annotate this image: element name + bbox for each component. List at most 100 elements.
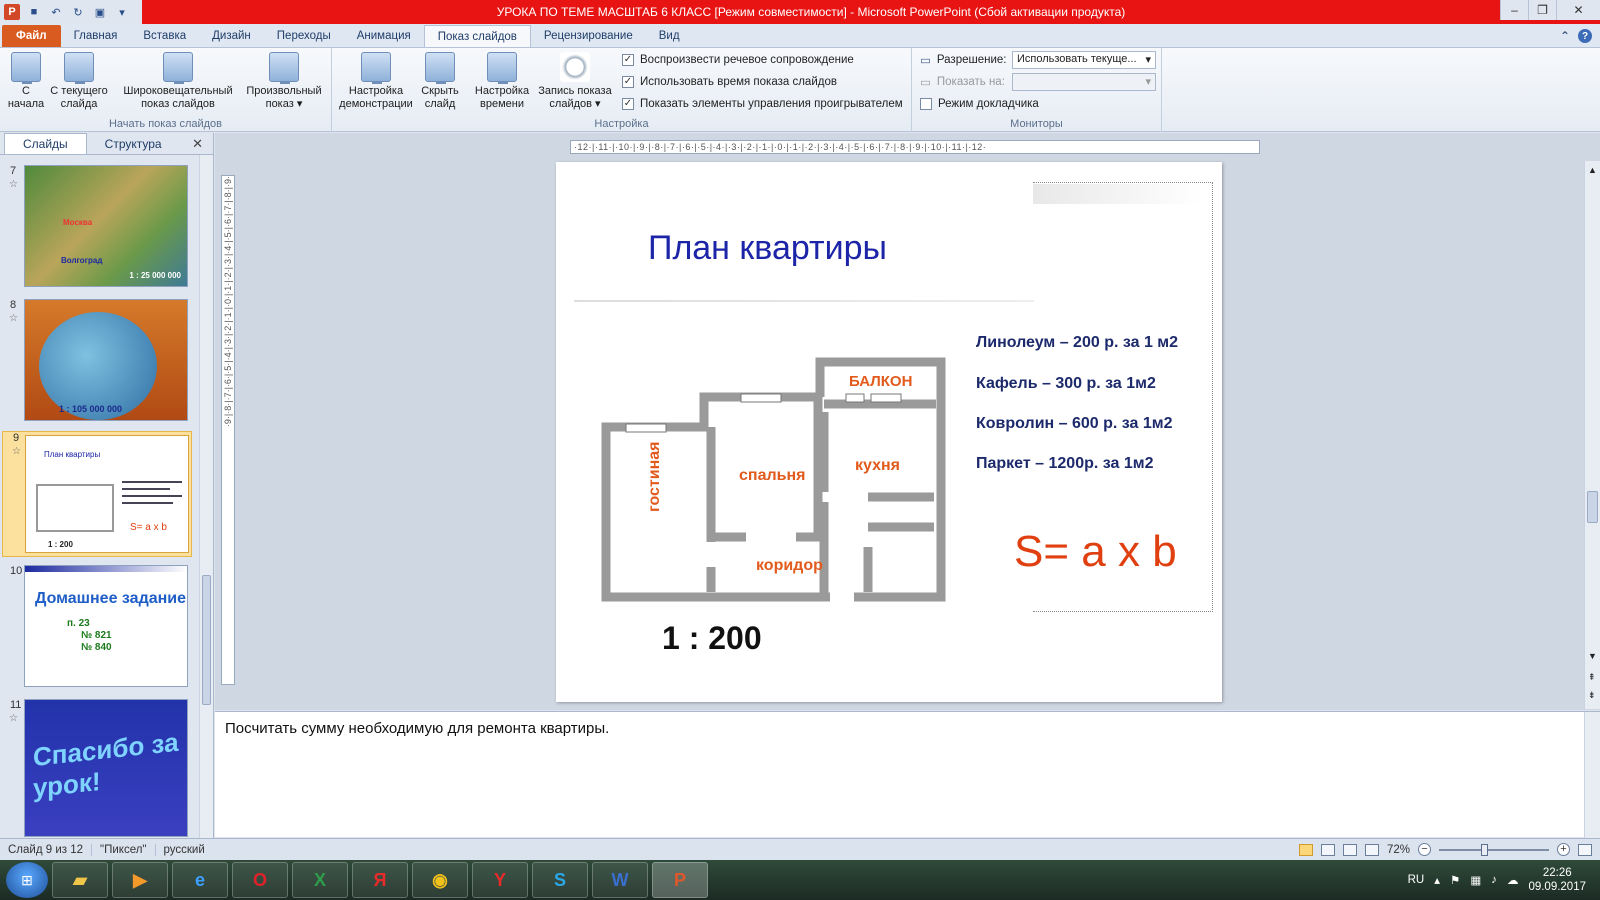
broadcast-button[interactable]: Широковещательный показ слайдов — [118, 52, 238, 111]
start-button[interactable]: ⊞ — [6, 862, 48, 898]
room-label-kitchen: кухня — [855, 457, 900, 474]
scroll-down-icon[interactable]: ▼ — [1588, 651, 1597, 661]
word-icon[interactable]: W — [592, 862, 648, 898]
timings-checkbox-row[interactable]: ✓ Использовать время показа слайдов — [622, 76, 837, 88]
customize-qat-icon[interactable]: ▾ — [114, 4, 130, 20]
tab-slideshow[interactable]: Показ слайдов — [423, 25, 531, 47]
editor-scrollbar[interactable]: ▲ ▼ ⇞ ⇟ — [1584, 161, 1600, 709]
close-button[interactable]: ✕ — [1556, 0, 1600, 20]
rehearse-timings-button[interactable]: Настройка времени — [472, 52, 532, 111]
narration-checkbox-row[interactable]: ✓ Воспроизвести речевое сопровождение — [622, 54, 854, 66]
tab-transitions[interactable]: Переходы — [264, 25, 344, 47]
chrome-icon[interactable]: ◉ — [412, 862, 468, 898]
zoom-out-button[interactable]: − — [1418, 843, 1431, 856]
scroll-up-icon[interactable]: ▲ — [1588, 165, 1597, 175]
controls-checkbox-row[interactable]: ✓ Показать элементы управления проигрыва… — [622, 98, 903, 110]
hide-slide-button[interactable]: Скрыть слайд — [418, 52, 462, 111]
status-bar: Слайд 9 из 12 "Пиксел" русский 72% − + — [0, 838, 1600, 860]
quick-access-toolbar: P ■ ↶ ↻ ▣ ▾ — [0, 0, 142, 24]
record-show-button[interactable]: Запись показа слайдов ▾ — [536, 52, 614, 111]
notes-pane[interactable]: Посчитать сумму необходимую для ремонта … — [215, 711, 1600, 838]
controls-checkbox[interactable]: ✓ — [622, 98, 634, 110]
network-icon[interactable]: ▦ — [1470, 873, 1481, 887]
slide-title[interactable]: План квартиры — [648, 229, 887, 268]
minimize-ribbon-icon[interactable]: ⌃ — [1560, 29, 1570, 43]
presenter-view-checkbox[interactable] — [920, 98, 932, 110]
setup-show-button[interactable]: Настройка демонстрации — [336, 52, 416, 111]
input-language[interactable]: RU — [1408, 874, 1425, 886]
reading-view-icon[interactable] — [1342, 843, 1357, 856]
powerpoint-logo-icon[interactable]: P — [4, 4, 20, 20]
tab-insert[interactable]: Вставка — [130, 25, 199, 47]
tab-outline[interactable]: Структура — [87, 134, 180, 154]
resolution-select[interactable]: Использовать текуще... ▾ — [1012, 51, 1156, 69]
slide-thumbnail-11[interactable]: 11 ☆ Спасибо за урок! — [0, 699, 200, 837]
help-icon[interactable]: ? — [1578, 29, 1592, 43]
map-thumbnail: Москва Волгоград 1 : 25 000 000 — [24, 165, 188, 287]
volume-icon[interactable]: ♪ — [1491, 874, 1497, 886]
action-center-icon[interactable]: ⚑ — [1450, 873, 1460, 887]
yandex-icon[interactable]: Я — [352, 862, 408, 898]
clock[interactable]: 22:26 09.09.2017 — [1528, 866, 1586, 894]
group-label-setup: Настройка — [594, 118, 649, 130]
redo-icon[interactable]: ↻ — [70, 4, 86, 20]
panel-scrollbar[interactable] — [199, 155, 213, 838]
internet-explorer-icon[interactable]: e — [172, 862, 228, 898]
next-slide-icon[interactable]: ⇟ — [1588, 690, 1596, 701]
undo-icon[interactable]: ↶ — [48, 4, 64, 20]
narration-checkbox[interactable]: ✓ — [622, 54, 634, 66]
tab-slides[interactable]: Слайды — [4, 133, 87, 154]
slideshow-start-icon[interactable]: ▣ — [92, 4, 108, 20]
area-formula[interactable]: S= a x b — [1014, 527, 1177, 577]
slide-thumbnail-10[interactable]: 10 Домашнее задание п. 23 № 821 № 840 — [0, 565, 200, 691]
normal-view-icon[interactable] — [1298, 843, 1313, 856]
tray-app-icon[interactable]: ☁ — [1507, 873, 1519, 887]
notes-text[interactable]: Посчитать сумму необходимую для ремонта … — [225, 720, 609, 737]
slide-thumbnail-9[interactable]: 9 ☆ План квартиры S= a x b 1 : 200 — [2, 431, 192, 557]
skype-icon[interactable]: S — [532, 862, 588, 898]
notes-scrollbar[interactable] — [1584, 712, 1600, 838]
vertical-ruler: ·9·|·8·|·7·|·6·|·5·|·4·|·3·|·2·|·1·|·0·|… — [221, 175, 235, 685]
close-panel-icon[interactable]: ✕ — [192, 136, 203, 152]
minimize-button[interactable]: – — [1500, 0, 1528, 20]
zoom-level[interactable]: 72% — [1387, 844, 1410, 856]
tab-home[interactable]: Главная — [61, 25, 131, 47]
title-divider — [574, 300, 1034, 302]
tab-design[interactable]: Дизайн — [199, 25, 264, 47]
panel-scroll-thumb[interactable] — [202, 575, 211, 705]
language-indicator[interactable]: русский — [156, 844, 213, 856]
tab-view[interactable]: Вид — [646, 25, 693, 47]
tray-arrow-icon[interactable]: ▴ — [1434, 873, 1440, 887]
system-tray: RU ▴ ⚑ ▦ ♪ ☁ 22:26 09.09.2017 — [1408, 866, 1600, 894]
slide-sorter-icon[interactable] — [1320, 843, 1335, 856]
maximize-button[interactable]: ❐ — [1528, 0, 1556, 20]
presenter-view-row[interactable]: Режим докладчика — [920, 98, 1039, 110]
slide-canvas[interactable]: План квартиры БАЛКОН спальня кухня гости… — [556, 162, 1222, 702]
zoom-in-button[interactable]: + — [1557, 843, 1570, 856]
excel-icon[interactable]: X — [292, 862, 348, 898]
fit-to-window-icon[interactable] — [1578, 843, 1592, 856]
slideshow-view-icon[interactable] — [1364, 843, 1379, 856]
zoom-slider-knob[interactable] — [1481, 843, 1488, 856]
scale-label[interactable]: 1 : 200 — [662, 620, 762, 657]
explorer-icon[interactable]: ▰ — [52, 862, 108, 898]
tab-file[interactable]: Файл — [2, 25, 61, 47]
opera-icon[interactable]: O — [232, 862, 288, 898]
from-start-button[interactable]: С начала — [6, 52, 46, 111]
previous-slide-icon[interactable]: ⇞ — [1588, 672, 1596, 683]
from-current-button[interactable]: С текущего слайда — [48, 52, 110, 111]
media-player-icon[interactable]: ▶ — [112, 862, 168, 898]
slide-thumbnail-7[interactable]: 7 ☆ Москва Волгоград 1 : 25 000 000 — [0, 165, 200, 291]
group-start-slideshow: С начала С текущего слайда Широковещател… — [0, 48, 332, 132]
editor-scroll-thumb[interactable] — [1587, 491, 1598, 523]
zoom-slider[interactable] — [1439, 843, 1549, 856]
save-icon[interactable]: ■ — [26, 4, 42, 20]
yandex-browser-icon[interactable]: Y — [472, 862, 528, 898]
powerpoint-taskbar-icon[interactable]: P — [652, 862, 708, 898]
custom-show-button[interactable]: Произвольный показ ▾ — [242, 52, 326, 111]
slide-thumbnail-8[interactable]: 8 ☆ 1 : 105 000 000 — [0, 299, 200, 425]
timings-checkbox[interactable]: ✓ — [622, 76, 634, 88]
tab-animations[interactable]: Анимация — [344, 25, 424, 47]
tab-review[interactable]: Рецензирование — [531, 25, 646, 47]
hide-slide-icon — [425, 52, 455, 84]
